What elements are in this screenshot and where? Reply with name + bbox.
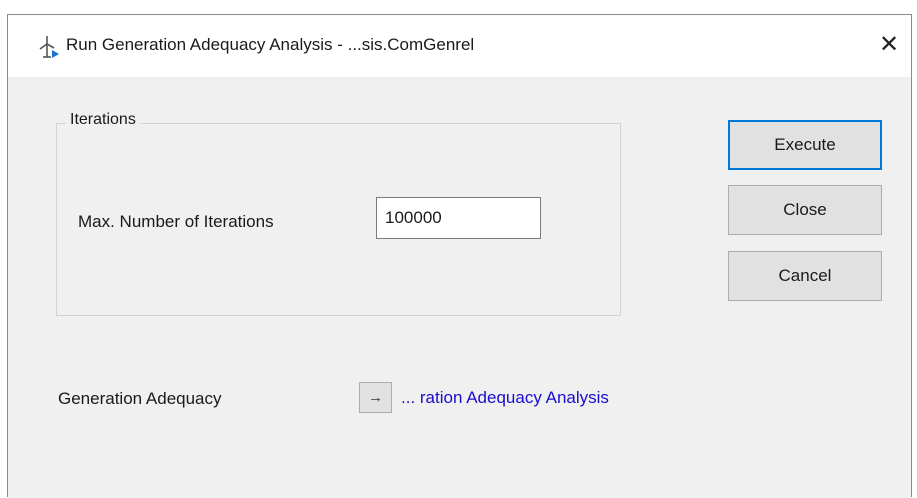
- dialog-window: Run Generation Adequacy Analysis - ...si…: [7, 14, 912, 498]
- max-iterations-input[interactable]: [376, 197, 541, 239]
- dialog-body: Iterations Max. Number of Iterations Exe…: [8, 77, 911, 498]
- cancel-button[interactable]: Cancel: [728, 251, 882, 301]
- close-icon[interactable]: ✕: [874, 30, 904, 60]
- close-button[interactable]: Close: [728, 185, 882, 235]
- execute-button[interactable]: Execute: [728, 120, 882, 170]
- generation-adequacy-link[interactable]: ... ration Adequacy Analysis: [401, 388, 609, 408]
- window-title: Run Generation Adequacy Analysis - ...si…: [66, 35, 475, 54]
- generation-adequacy-label: Generation Adequacy: [58, 389, 222, 408]
- max-iterations-label: Max. Number of Iterations: [78, 212, 274, 231]
- arrow-right-icon[interactable]: →: [359, 382, 392, 413]
- title-bar[interactable]: Run Generation Adequacy Analysis - ...si…: [8, 15, 911, 77]
- wind-turbine-icon: [39, 36, 59, 58]
- iterations-group-title: Iterations: [66, 111, 140, 129]
